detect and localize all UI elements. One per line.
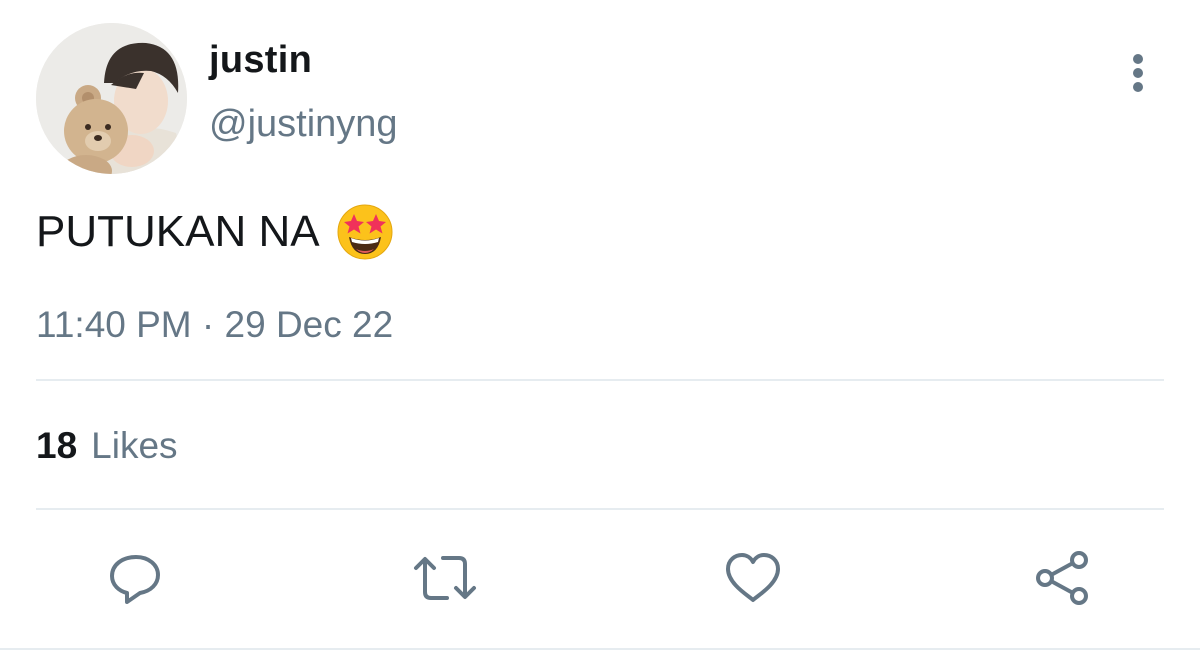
divider (36, 379, 1164, 381)
share-button[interactable] (1033, 548, 1093, 608)
reply-button[interactable] (105, 548, 165, 608)
share-icon (1036, 551, 1088, 605)
more-options-button[interactable] (1122, 52, 1154, 96)
star-struck-emoji-icon (337, 204, 393, 260)
tweet-timestamp[interactable]: 11:40 PM · 29 Dec 22 (36, 302, 393, 348)
retweet-button[interactable] (413, 548, 476, 608)
tweet-body: PUTUKAN NA (36, 207, 320, 256)
likes-stat[interactable]: 18 Likes (36, 423, 178, 469)
divider (36, 508, 1164, 510)
likes-label: Likes (91, 425, 178, 466)
divider (0, 648, 1200, 650)
tweet-text: PUTUKAN NA (36, 203, 394, 261)
like-button[interactable] (723, 548, 783, 608)
reply-icon (110, 555, 160, 604)
likes-count: 18 (36, 425, 78, 466)
heart-icon (726, 553, 780, 602)
retweet-icon (414, 556, 476, 600)
user-handle[interactable]: @justinyng (209, 101, 398, 147)
avatar[interactable] (36, 23, 187, 174)
display-name[interactable]: justin (209, 37, 312, 83)
more-vertical-icon (1133, 54, 1143, 92)
tweet-detail: justin @justinyng PUTUKAN NA 11:40 PM · … (0, 0, 1200, 668)
avatar-photo (36, 23, 187, 174)
